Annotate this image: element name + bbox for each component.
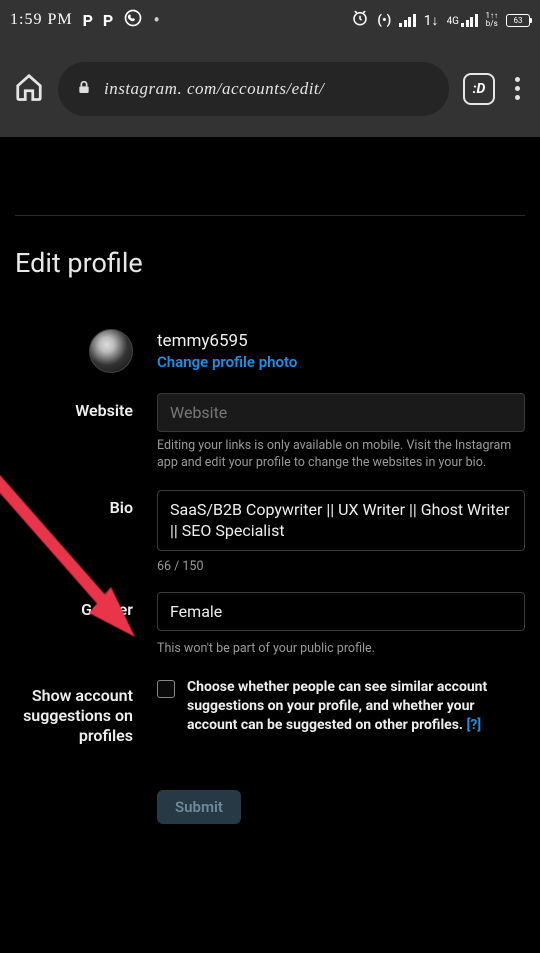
page-content: Edit profile temmy6595 Change profile ph…: [0, 215, 540, 824]
gender-label: Gender: [15, 592, 157, 658]
change-photo-link[interactable]: Change profile photo: [157, 353, 525, 371]
avatar[interactable]: [89, 329, 133, 373]
p-icon-1: P: [83, 11, 93, 30]
gender-row: Gender Female This won't be part of your…: [15, 592, 525, 658]
status-time: 1:59 PM: [10, 11, 73, 29]
status-bar: 1:59 PM P P • (•) 1↓ 4G 1↑↑b/s 63: [0, 0, 540, 40]
bio-label: Bio: [15, 490, 157, 575]
whatsapp-icon: [123, 8, 143, 32]
website-label: Website: [15, 393, 157, 472]
p-icon-2: P: [103, 11, 113, 30]
signal-bars-icon: [399, 13, 416, 27]
data-rate: 1↑↑b/s: [486, 12, 499, 28]
bio-input[interactable]: SaaS/B2B Copywriter || UX Writer || Ghos…: [157, 490, 525, 552]
status-left: 1:59 PM P P •: [10, 8, 160, 32]
tabs-button[interactable]: :D: [463, 73, 495, 105]
divider: [15, 215, 525, 216]
status-right: (•) 1↓ 4G 1↑↑b/s 63: [351, 9, 530, 31]
url-bar[interactable]: instagram. com/accounts/edit/: [58, 62, 449, 116]
suggestions-help-link[interactable]: [?]: [466, 717, 481, 733]
home-icon[interactable]: [14, 72, 44, 106]
kebab-menu-icon[interactable]: [509, 77, 526, 100]
website-input[interactable]: Website: [157, 393, 525, 432]
profile-header: temmy6595 Change profile photo: [15, 329, 525, 373]
url-text: instagram. com/accounts/edit/: [104, 79, 324, 99]
bio-counter: 66 / 150: [157, 559, 525, 574]
suggestions-label: Show account suggestions on profiles: [15, 678, 157, 746]
submit-button[interactable]: Submit: [157, 790, 241, 824]
website-row: Website Website Editing your links is on…: [15, 393, 525, 472]
gender-input[interactable]: Female: [157, 592, 525, 631]
bio-row: Bio SaaS/B2B Copywriter || UX Writer || …: [15, 490, 525, 575]
suggestions-row: Show account suggestions on profiles Cho…: [15, 678, 525, 746]
alarm-icon: [351, 9, 369, 31]
suggestions-checkbox[interactable]: [157, 680, 175, 698]
browser-bar: instagram. com/accounts/edit/ :D: [0, 40, 540, 137]
website-help: Editing your links is only available on …: [157, 438, 525, 472]
signal-4g-icon: 4G: [447, 13, 478, 27]
notification-dot-icon: •: [153, 8, 160, 32]
lock-icon: [76, 78, 92, 100]
username: temmy6595: [157, 331, 525, 351]
submit-row: Submit: [15, 764, 525, 824]
gender-help: This won't be part of your public profil…: [157, 641, 525, 658]
page-title: Edit profile: [15, 247, 525, 279]
battery-icon: 63: [506, 14, 530, 27]
data-arrows-icon: 1↓: [424, 12, 439, 29]
hotspot-icon: (•): [377, 13, 391, 28]
suggestions-text: Choose whether people can see similar ac…: [187, 678, 525, 735]
